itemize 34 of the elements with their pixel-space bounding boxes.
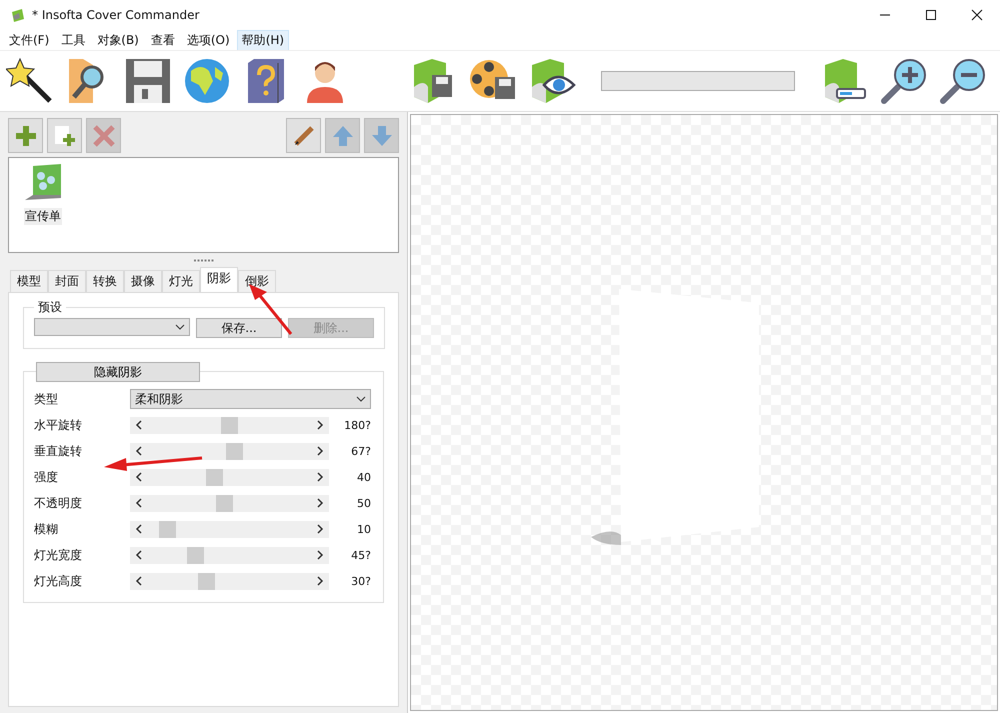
field-label: 模糊 bbox=[34, 520, 59, 538]
shadow-type-dropdown[interactable]: 柔和阴影 bbox=[130, 389, 371, 409]
field-label: 垂直旋转 bbox=[34, 442, 83, 460]
field-label: 类型 bbox=[34, 390, 59, 408]
menu-item[interactable]: 查看 bbox=[146, 30, 180, 50]
field-label: 强度 bbox=[34, 468, 59, 486]
field-label: 水平旋转 bbox=[34, 416, 83, 434]
slider-value: 180? bbox=[343, 418, 371, 432]
group-title: 预设 bbox=[37, 299, 63, 316]
menu-item[interactable]: 选项(O) bbox=[182, 30, 235, 50]
tab[interactable]: 模型 bbox=[10, 270, 48, 292]
save-button[interactable]: 保存... bbox=[196, 318, 282, 338]
slider-value: 50 bbox=[356, 496, 371, 510]
field-label: 灯光高度 bbox=[34, 572, 83, 590]
tab[interactable]: 封面 bbox=[48, 270, 86, 292]
tab[interactable]: 摄像 bbox=[124, 270, 162, 292]
slider-value: 40 bbox=[356, 470, 371, 484]
tab[interactable]: 阴影 bbox=[200, 267, 238, 292]
menu-item[interactable]: 文件(F) bbox=[4, 30, 54, 50]
menu-item[interactable]: 帮助(H) bbox=[236, 30, 290, 50]
slider-value: 67? bbox=[350, 444, 371, 458]
menu-item[interactable]: 工具 bbox=[56, 30, 90, 50]
slider-value: 30? bbox=[350, 574, 371, 588]
field-label: 不透明度 bbox=[34, 494, 83, 512]
tab[interactable]: 转换 bbox=[86, 270, 124, 292]
tab[interactable]: 灯光 bbox=[162, 270, 200, 292]
slider-value: 10 bbox=[356, 522, 371, 536]
slider-value: 45? bbox=[350, 548, 371, 562]
hide-shadow-button[interactable]: 隐藏阴影 bbox=[36, 362, 200, 382]
menu-item[interactable]: 对象(B) bbox=[92, 30, 144, 50]
tab[interactable]: 倒影 bbox=[238, 270, 276, 292]
object-label[interactable]: 宣传单 bbox=[24, 208, 62, 225]
field-label: 灯光宽度 bbox=[34, 546, 83, 564]
window-title: * Insofta Cover Commander bbox=[32, 8, 200, 22]
